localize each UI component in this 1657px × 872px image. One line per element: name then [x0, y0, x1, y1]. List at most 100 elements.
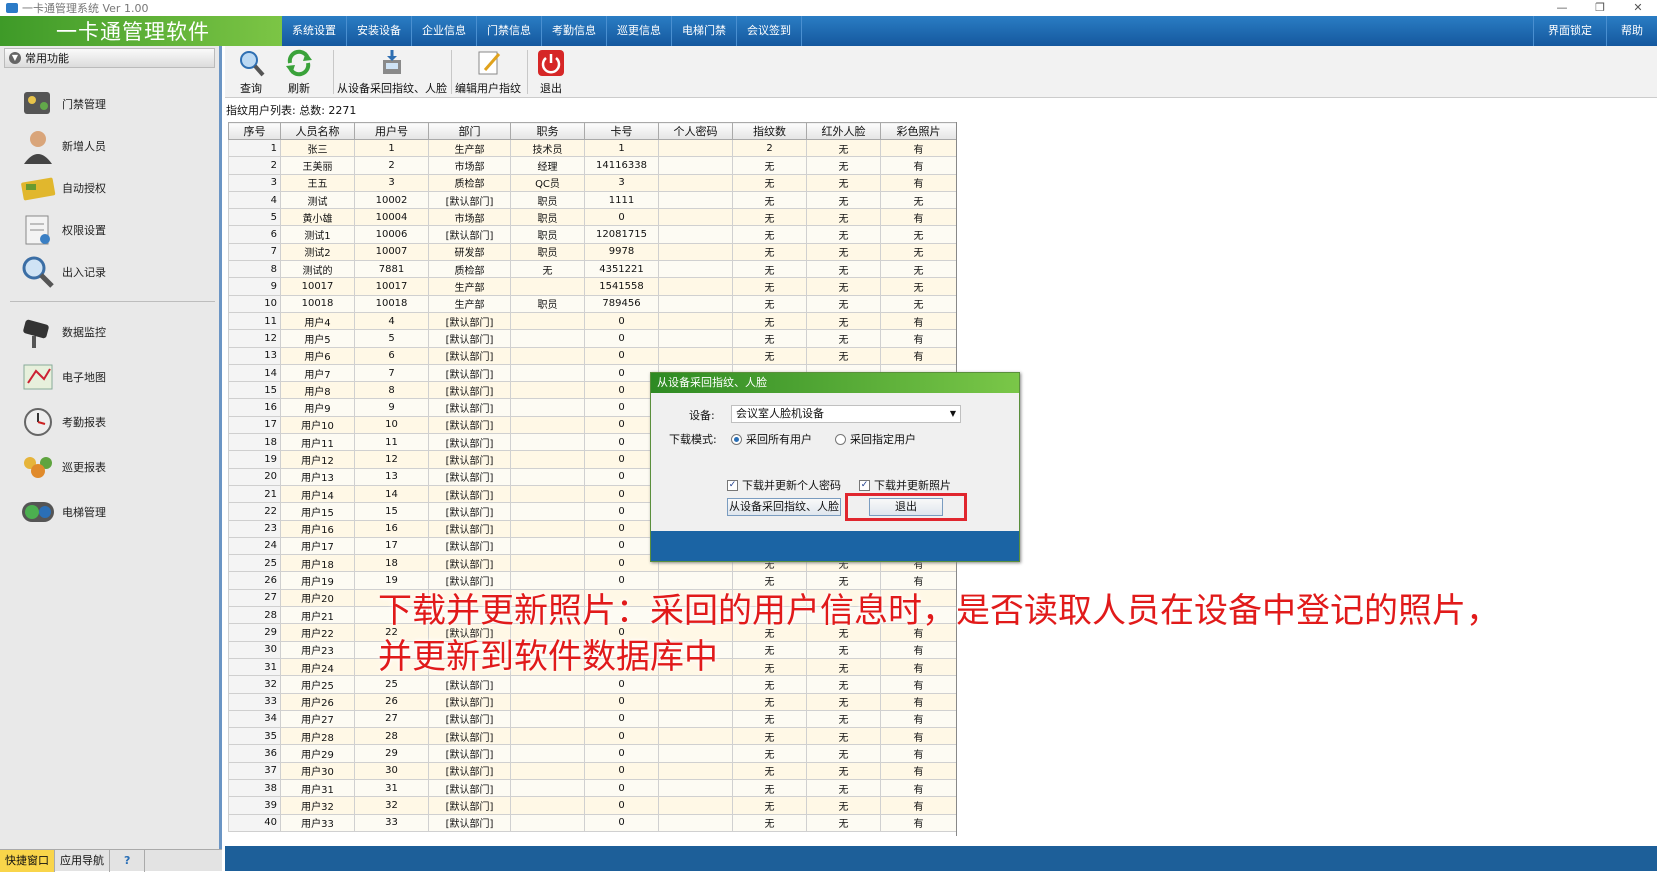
table-row[interactable]: 40 用户33 33 [默认部门] 0 无无有	[228, 813, 956, 832]
table-cell: 用户18	[280, 554, 355, 573]
column-header[interactable]: 指纹数	[732, 122, 807, 140]
sidebar-item-label: 出入记录	[62, 266, 106, 279]
column-header[interactable]: 部门	[428, 122, 511, 140]
table-cell: 10006	[354, 225, 429, 244]
radio-collect-all[interactable]: 采回所有用户	[731, 431, 812, 447]
table-row[interactable]: 1 张三 1 生产部 技术员 1 2 无有	[228, 138, 956, 158]
table-cell: 用户30	[280, 761, 355, 780]
column-header[interactable]: 彩色照片	[880, 122, 956, 140]
sidebar-item-attendance-report[interactable]: 考勤报表	[18, 402, 106, 442]
chevron-down-icon: ▼	[949, 409, 956, 418]
table-row[interactable]: 2 王美丽 2 市场部 经理 14116338 无无有	[228, 156, 956, 175]
radio-collect-specific[interactable]: 采回指定用户	[835, 431, 916, 447]
menu-meeting-signin[interactable]: 会议签到	[737, 16, 802, 46]
column-header[interactable]: 卡号	[584, 122, 659, 140]
sidebar-header[interactable]: ▼ 常用功能	[4, 48, 215, 68]
table-cell: 1	[354, 138, 429, 158]
dialog-exit-button[interactable]: 退出	[869, 498, 943, 516]
column-header[interactable]: 个人密码	[658, 122, 733, 140]
table-row[interactable]: 12 用户5 5 [默认部门] 0 无无有	[228, 329, 956, 348]
table-row[interactable]: 6 测试1 10006 [默认部门] 职员 12081715 无无无	[228, 225, 956, 244]
sidebar-item-data-monitor[interactable]: 数据监控	[18, 312, 106, 352]
tab-shortcut-window[interactable]: 快捷窗口	[0, 850, 55, 872]
table-row[interactable]: 3 王五 3 质检部 QC员 3 无无有	[228, 173, 956, 192]
tab-app-navigation[interactable]: 应用导航	[55, 850, 110, 872]
column-header[interactable]: 序号	[228, 122, 281, 140]
edit-fingerprint-button[interactable]: 编辑用户指纹	[455, 48, 521, 96]
radio-unselected-icon	[835, 433, 846, 445]
table-row[interactable]: 37 用户30 30 [默认部门] 0 无无有	[228, 761, 956, 780]
device-select[interactable]: 会议室人脸机设备 ▼	[731, 405, 961, 423]
sidebar-item-new-person[interactable]: 新增人员	[18, 126, 106, 166]
dialog-footer	[651, 531, 1019, 561]
menu-system-settings[interactable]: 系统设置	[282, 16, 347, 46]
table-row[interactable]: 8 测试的 7881 质检部无 4351221 无无无	[228, 260, 956, 279]
menu-help[interactable]: 帮助	[1606, 16, 1657, 46]
table-row[interactable]: 38 用户31 31 [默认部门] 0 无无有	[228, 778, 956, 798]
minimize-button[interactable]: —	[1543, 0, 1581, 16]
table-cell	[510, 346, 585, 365]
menu-company-info[interactable]: 企业信息	[412, 16, 477, 46]
refresh-button[interactable]: 刷新	[279, 48, 319, 96]
menu-install-device[interactable]: 安装设备	[347, 16, 412, 46]
table-row[interactable]: 26 用户19 19 [默认部门] 0 无无有	[228, 571, 956, 590]
caption-overlay: 下载并更新照片：采回的用户信息时，是否读取人员在设备中登记的照片， 并更新到软件…	[378, 588, 1638, 680]
table-cell: 无	[806, 744, 881, 763]
table-cell: 789456	[584, 294, 659, 313]
table-cell: 14	[228, 363, 281, 383]
close-button[interactable]: ✕	[1619, 0, 1657, 16]
table-cell: 11	[354, 433, 429, 452]
table-cell: 0	[584, 381, 659, 400]
column-header[interactable]: 职务	[510, 122, 585, 140]
table-cell: 10007	[354, 242, 429, 262]
column-header[interactable]: 人员名称	[280, 122, 355, 140]
menu-attendance-info[interactable]: 考勤信息	[542, 16, 607, 46]
sidebar-item-patrol-report[interactable]: 巡更报表	[18, 447, 106, 487]
table-row[interactable]: 10 10018 10018 生产部 职员 789456 无无无	[228, 294, 956, 313]
table-cell: 无	[732, 744, 807, 763]
table-row[interactable]: 9 10017 10017 生产部 1541558 无无无	[228, 277, 956, 296]
table-row[interactable]: 4 测试 10002 [默认部门] 职员 1111 无无无	[228, 190, 956, 210]
table-row[interactable]: 11 用户4 4 [默认部门] 0 无无有	[228, 311, 956, 331]
menu-patrol-info[interactable]: 巡更信息	[607, 16, 672, 46]
table-cell: [默认部门]	[428, 484, 511, 504]
column-header[interactable]: 用户号	[354, 122, 429, 140]
checkbox-update-photo[interactable]: ✓ 下载并更新照片	[859, 477, 951, 493]
maximize-button[interactable]: ❐	[1581, 0, 1619, 16]
sidebar-item-auto-authorize[interactable]: 自动授权	[18, 168, 106, 208]
sidebar-item-elevator[interactable]: 电梯管理	[18, 492, 106, 532]
menu-access-info[interactable]: 门禁信息	[477, 16, 542, 46]
collect-dialog: 从设备采回指纹、人脸 设备: 会议室人脸机设备 ▼ 下载模式: 采回所有用户 采…	[650, 372, 1020, 562]
sidebar-item-map[interactable]: 电子地图	[18, 357, 106, 397]
collect-button[interactable]: 从设备采回指纹、人脸	[727, 498, 841, 516]
help-icon[interactable]: ?	[110, 850, 146, 872]
table-row[interactable]: 5 黄小雄 10004 市场部 职员 0 无无有	[228, 208, 956, 227]
exit-button[interactable]: 退出	[533, 48, 569, 96]
table-row[interactable]: 35 用户28 28 [默认部门] 0 无无有	[228, 727, 956, 746]
table-row[interactable]: 13 用户6 6 [默认部门] 0 无无有	[228, 346, 956, 365]
table-row[interactable]: 7 测试2 10007 研发部 职员 9978 无无无	[228, 242, 956, 262]
table-cell: [默认部门]	[428, 381, 511, 400]
table-cell: 职员	[510, 190, 585, 210]
sidebar-item-access-control[interactable]: 门禁管理	[18, 84, 106, 124]
menu-elevator-access[interactable]: 电梯门禁	[672, 16, 737, 46]
query-button[interactable]: 查询	[231, 48, 271, 96]
table-cell: 10	[228, 294, 281, 313]
table-cell: [默认部门]	[428, 796, 511, 815]
table-cell: 无	[732, 277, 807, 296]
table-row[interactable]: 33 用户26 26 [默认部门] 0 无无有	[228, 692, 956, 711]
table-cell: 无	[806, 225, 881, 244]
table-row[interactable]: 39 用户32 32 [默认部门] 0 无无有	[228, 796, 956, 815]
table-cell: 用户31	[280, 778, 355, 798]
sidebar-item-entry-records[interactable]: 出入记录	[18, 252, 106, 292]
toolbar: 查询 刷新 从设备采回指纹、人脸 编辑用户指纹 退出	[225, 46, 1657, 98]
table-row[interactable]: 34 用户27 27 [默认部门] 0 无无有	[228, 709, 956, 729]
column-header[interactable]: 红外人脸	[806, 122, 881, 140]
collect-from-device-button[interactable]: 从设备采回指纹、人脸	[337, 48, 447, 96]
sidebar-item-permissions[interactable]: 权限设置	[18, 210, 106, 250]
checkbox-update-password[interactable]: ✓ 下载并更新个人密码	[727, 477, 841, 493]
table-cell	[510, 796, 585, 815]
menu-lock-screen[interactable]: 界面锁定	[1533, 16, 1606, 46]
table-row[interactable]: 36 用户29 29 [默认部门] 0 无无有	[228, 744, 956, 763]
table-cell: 4351221	[584, 260, 659, 279]
